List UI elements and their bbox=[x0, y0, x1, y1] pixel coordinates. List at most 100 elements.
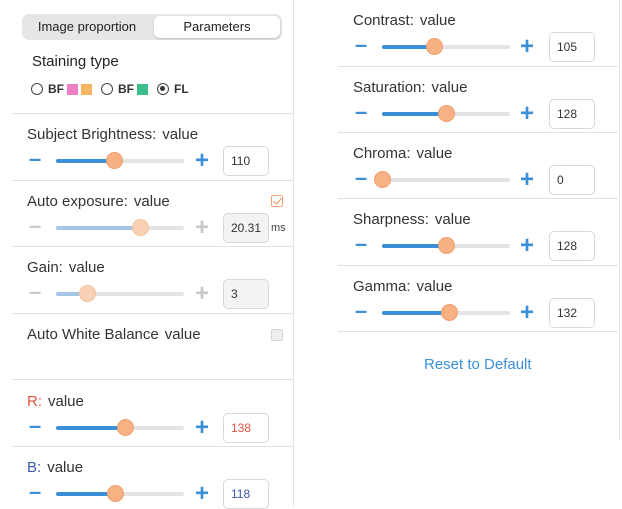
tab-image-proportion[interactable]: Image proportion bbox=[24, 16, 150, 38]
exposure-value-input[interactable]: 20.31 bbox=[223, 213, 269, 243]
radio-icon bbox=[31, 83, 43, 95]
b-slider-track[interactable] bbox=[56, 485, 184, 502]
gamma-label-text: Gamma: bbox=[353, 278, 411, 295]
chroma-slider-thumb[interactable] bbox=[374, 171, 391, 188]
gain-value-word: value bbox=[68, 259, 105, 276]
saturation-slider-track[interactable] bbox=[382, 105, 510, 122]
row-divider bbox=[338, 198, 618, 199]
brightness-value-input[interactable]: 110 bbox=[223, 146, 269, 176]
chroma-value-input[interactable]: 0 bbox=[549, 165, 595, 195]
brightness-value-word: value bbox=[162, 126, 199, 143]
chroma-label: Chroma: value bbox=[353, 145, 452, 162]
contrast-label: Contrast: value bbox=[353, 12, 456, 29]
sharpness-value-word: value bbox=[434, 211, 471, 228]
row-divider bbox=[12, 246, 293, 247]
b-value-input[interactable]: 118 bbox=[223, 479, 269, 509]
gamma-slider-track[interactable] bbox=[382, 304, 510, 321]
color-swatch bbox=[137, 83, 148, 95]
gain-increment-button[interactable]: + bbox=[195, 282, 209, 306]
gain-label-text: Gain: bbox=[27, 259, 63, 276]
saturation-label-text: Saturation: bbox=[353, 79, 426, 96]
r-value-input[interactable]: 138 bbox=[223, 413, 269, 443]
sharpness-decrement-button[interactable]: – bbox=[355, 232, 367, 256]
gamma-decrement-button[interactable]: – bbox=[355, 299, 367, 323]
tab-parameters[interactable]: Parameters bbox=[154, 16, 280, 38]
row-divider bbox=[338, 265, 618, 266]
exposure-value-word: value bbox=[133, 193, 170, 210]
saturation-slider-thumb[interactable] bbox=[438, 105, 455, 122]
saturation-value-input[interactable]: 128 bbox=[549, 99, 595, 129]
left-panel: Image proportion Parameters Staining typ… bbox=[12, 0, 294, 509]
contrast-decrement-button[interactable]: – bbox=[355, 33, 367, 57]
stain-option-bf-pink-orange[interactable]: BF bbox=[31, 82, 92, 96]
chroma-increment-button[interactable]: + bbox=[520, 168, 534, 192]
staining-options: BF BF FL bbox=[31, 80, 198, 98]
gamma-value-input[interactable]: 132 bbox=[549, 298, 595, 328]
exposure-slider-track[interactable] bbox=[56, 219, 184, 236]
chroma-slider-track[interactable] bbox=[374, 171, 510, 188]
brightness-slider-thumb[interactable] bbox=[105, 152, 123, 169]
exposure-slider-thumb[interactable] bbox=[132, 219, 150, 236]
radio-selected-icon bbox=[157, 83, 169, 95]
reset-to-default-button[interactable]: Reset to Default bbox=[424, 356, 532, 373]
row-divider bbox=[12, 313, 293, 314]
brightness-slider-track[interactable] bbox=[56, 152, 184, 169]
contrast-slider-track[interactable] bbox=[382, 38, 510, 55]
r-increment-button[interactable]: + bbox=[195, 416, 209, 440]
row-divider bbox=[12, 379, 293, 380]
sharpness-slider-thumb[interactable] bbox=[438, 237, 455, 254]
gain-decrement-button[interactable]: – bbox=[29, 280, 41, 304]
brightness-slider-fill bbox=[56, 159, 114, 163]
panel-divider bbox=[619, 0, 620, 440]
row-divider bbox=[12, 113, 293, 114]
sharpness-slider-track[interactable] bbox=[382, 237, 510, 254]
chroma-label-text: Chroma: bbox=[353, 145, 411, 162]
stain-option-label: BF bbox=[118, 82, 134, 96]
stain-option-label: BF bbox=[48, 82, 64, 96]
r-decrement-button[interactable]: – bbox=[29, 414, 41, 438]
gamma-slider-thumb[interactable] bbox=[440, 304, 458, 321]
r-slider-track[interactable] bbox=[56, 419, 184, 436]
stain-option-fl[interactable]: FL bbox=[157, 82, 189, 96]
saturation-increment-button[interactable]: + bbox=[520, 102, 534, 126]
staining-type-label: Staining type bbox=[32, 53, 119, 70]
brightness-label: Subject Brightness: value bbox=[27, 126, 198, 143]
contrast-label-text: Contrast: bbox=[353, 12, 414, 29]
contrast-value-input[interactable]: 105 bbox=[549, 32, 595, 62]
exposure-increment-button[interactable]: + bbox=[195, 216, 209, 240]
chroma-decrement-button[interactable]: – bbox=[355, 166, 367, 190]
b-slider-thumb[interactable] bbox=[106, 485, 124, 502]
r-slider-fill bbox=[56, 426, 126, 430]
gamma-label: Gamma: value bbox=[353, 278, 452, 295]
exposure-auto-checkbox[interactable] bbox=[271, 195, 283, 207]
right-panel: Reset to Default Contrast: value – +105 Satu… bbox=[338, 0, 618, 506]
gamma-increment-button[interactable]: + bbox=[520, 301, 534, 325]
gain-slider-thumb[interactable] bbox=[78, 285, 96, 302]
exposure-decrement-button[interactable]: – bbox=[29, 214, 41, 238]
b-label-text: B: bbox=[27, 459, 42, 476]
b-decrement-button[interactable]: – bbox=[29, 480, 41, 504]
auto-white-balance-checkbox[interactable] bbox=[271, 329, 283, 341]
brightness-decrement-button[interactable]: – bbox=[29, 147, 41, 171]
brightness-increment-button[interactable]: + bbox=[195, 149, 209, 173]
b-increment-button[interactable]: + bbox=[195, 482, 209, 506]
contrast-increment-button[interactable]: + bbox=[520, 35, 534, 59]
contrast-value-word: value bbox=[419, 12, 456, 29]
gain-slider-track[interactable] bbox=[56, 285, 184, 302]
sharpness-value-input[interactable]: 128 bbox=[549, 231, 595, 261]
sharpness-increment-button[interactable]: + bbox=[520, 234, 534, 258]
row-divider bbox=[12, 180, 293, 181]
tab-segment-control: Image proportion Parameters bbox=[22, 14, 282, 40]
exposure-label: Auto exposure: value bbox=[27, 193, 170, 210]
row-divider bbox=[338, 132, 618, 133]
gamma-value-word: value bbox=[416, 278, 453, 295]
r-slider-thumb[interactable] bbox=[117, 419, 135, 436]
exposure-unit: ms bbox=[271, 222, 286, 234]
stain-option-bf-green[interactable]: BF bbox=[101, 82, 148, 96]
brightness-label-text: Subject Brightness: bbox=[27, 126, 157, 143]
gain-value-input[interactable]: 3 bbox=[223, 279, 269, 309]
saturation-decrement-button[interactable]: – bbox=[355, 100, 367, 124]
b-value-word: value bbox=[47, 459, 84, 476]
sharpness-label: Sharpness: value bbox=[353, 211, 471, 228]
contrast-slider-thumb[interactable] bbox=[426, 38, 444, 55]
